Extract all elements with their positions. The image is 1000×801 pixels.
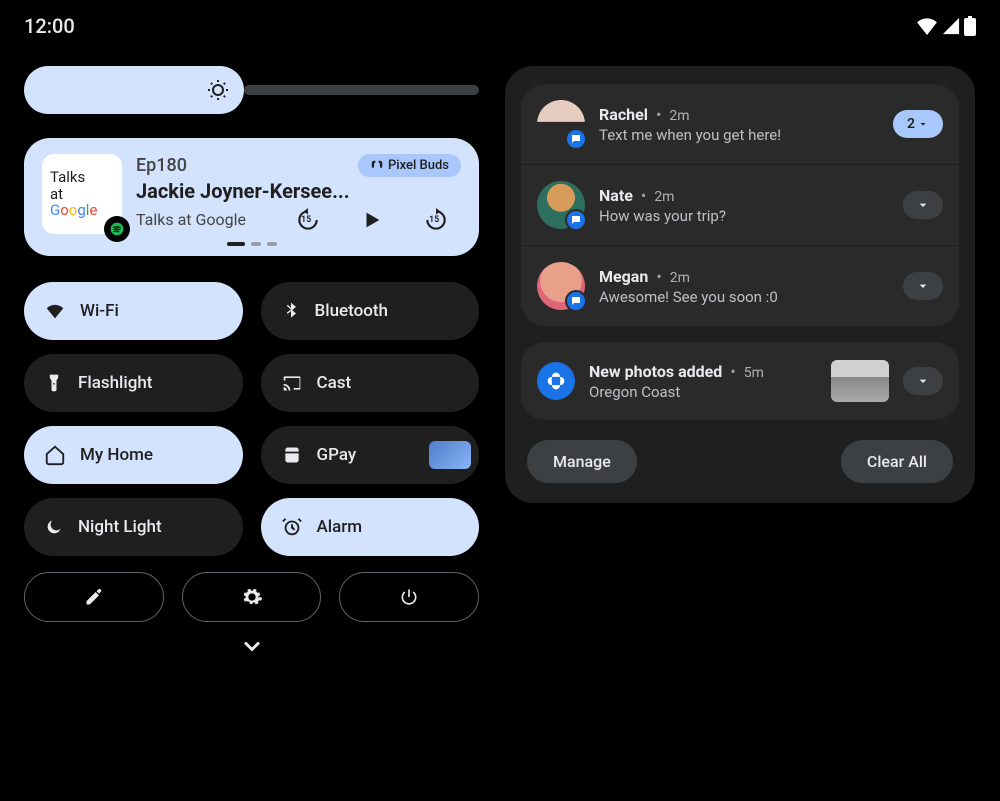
tile-wifi[interactable]: Wi-Fi xyxy=(24,282,243,340)
manage-notifications-button[interactable]: Manage xyxy=(527,440,637,483)
messages-app-icon xyxy=(565,290,587,312)
wifi-status-icon xyxy=(916,17,938,35)
tile-home[interactable]: My Home xyxy=(24,426,243,484)
signal-status-icon xyxy=(942,17,960,35)
tile-cast[interactable]: Cast xyxy=(261,354,480,412)
notification-item[interactable]: Rachel•2m Text me when you get here! 2 xyxy=(521,84,959,164)
earbuds-icon xyxy=(370,159,384,173)
media-player-card[interactable]: Talks at Google Ep180 Pixel Buds xyxy=(24,138,479,256)
gpay-icon xyxy=(281,445,303,465)
chevron-down-icon xyxy=(238,632,266,660)
messages-app-icon xyxy=(565,209,587,231)
photo-thumbnail xyxy=(831,360,889,402)
expand-notification-button[interactable] xyxy=(903,191,943,219)
tile-flashlight[interactable]: Flashlight xyxy=(24,354,243,412)
flashlight-icon xyxy=(44,373,64,393)
cast-icon xyxy=(281,373,303,393)
chevron-down-icon xyxy=(915,373,931,389)
spotify-icon xyxy=(104,216,130,242)
avatar xyxy=(537,100,585,148)
tile-alarm[interactable]: Alarm xyxy=(261,498,480,556)
media-pager[interactable] xyxy=(42,242,461,246)
notification-item[interactable]: Megan•2m Awesome! See you soon :0 xyxy=(521,245,959,326)
media-subtitle: Talks at Google xyxy=(136,210,246,229)
power-button[interactable] xyxy=(339,572,479,622)
gear-icon xyxy=(241,586,263,608)
messages-app-icon xyxy=(565,128,587,150)
notification-item[interactable]: Nate•2m How was your trip? xyxy=(521,164,959,245)
album-art: Talks at Google xyxy=(42,154,122,234)
photos-app-icon xyxy=(537,362,575,400)
chevron-down-icon xyxy=(915,197,931,213)
tile-bluetooth[interactable]: Bluetooth xyxy=(261,282,480,340)
home-icon xyxy=(44,444,66,466)
expand-notification-button[interactable] xyxy=(903,272,943,300)
wifi-icon xyxy=(44,300,66,322)
edit-tiles-button[interactable] xyxy=(24,572,164,622)
notification-shade: Rachel•2m Text me when you get here! 2 N… xyxy=(505,66,975,503)
notification-photos[interactable]: New photos added•5m Oregon Coast xyxy=(521,342,959,420)
expand-notification-button[interactable] xyxy=(903,367,943,395)
moon-icon xyxy=(44,517,64,537)
tile-night-light[interactable]: Night Light xyxy=(24,498,243,556)
pencil-icon xyxy=(84,587,104,607)
tile-gpay[interactable]: GPay xyxy=(261,426,480,484)
bluetooth-icon xyxy=(281,301,301,321)
forward-15-button[interactable]: 15 xyxy=(423,207,449,233)
alarm-icon xyxy=(281,516,303,538)
media-title: Jackie Joyner-Kersee... xyxy=(136,179,461,203)
gpay-card-preview xyxy=(429,441,471,469)
expand-handle[interactable] xyxy=(238,632,266,660)
play-button[interactable] xyxy=(361,209,383,231)
power-icon xyxy=(399,587,419,607)
battery-status-icon xyxy=(964,16,976,36)
settings-button[interactable] xyxy=(182,572,322,622)
brightness-slider[interactable] xyxy=(24,66,244,114)
status-icons xyxy=(916,16,976,36)
brightness-track[interactable] xyxy=(244,85,479,95)
status-time: 12:00 xyxy=(24,14,75,38)
notification-count-chip[interactable]: 2 xyxy=(893,110,943,138)
clear-all-button[interactable]: Clear All xyxy=(841,440,953,483)
avatar xyxy=(537,181,585,229)
avatar xyxy=(537,262,585,310)
rewind-15-button[interactable]: 15 xyxy=(295,207,321,233)
chevron-down-icon xyxy=(915,278,931,294)
brightness-icon xyxy=(206,78,230,102)
output-switcher[interactable]: Pixel Buds xyxy=(358,154,461,177)
media-episode: Ep180 xyxy=(136,155,187,176)
chevron-down-icon xyxy=(917,118,929,130)
